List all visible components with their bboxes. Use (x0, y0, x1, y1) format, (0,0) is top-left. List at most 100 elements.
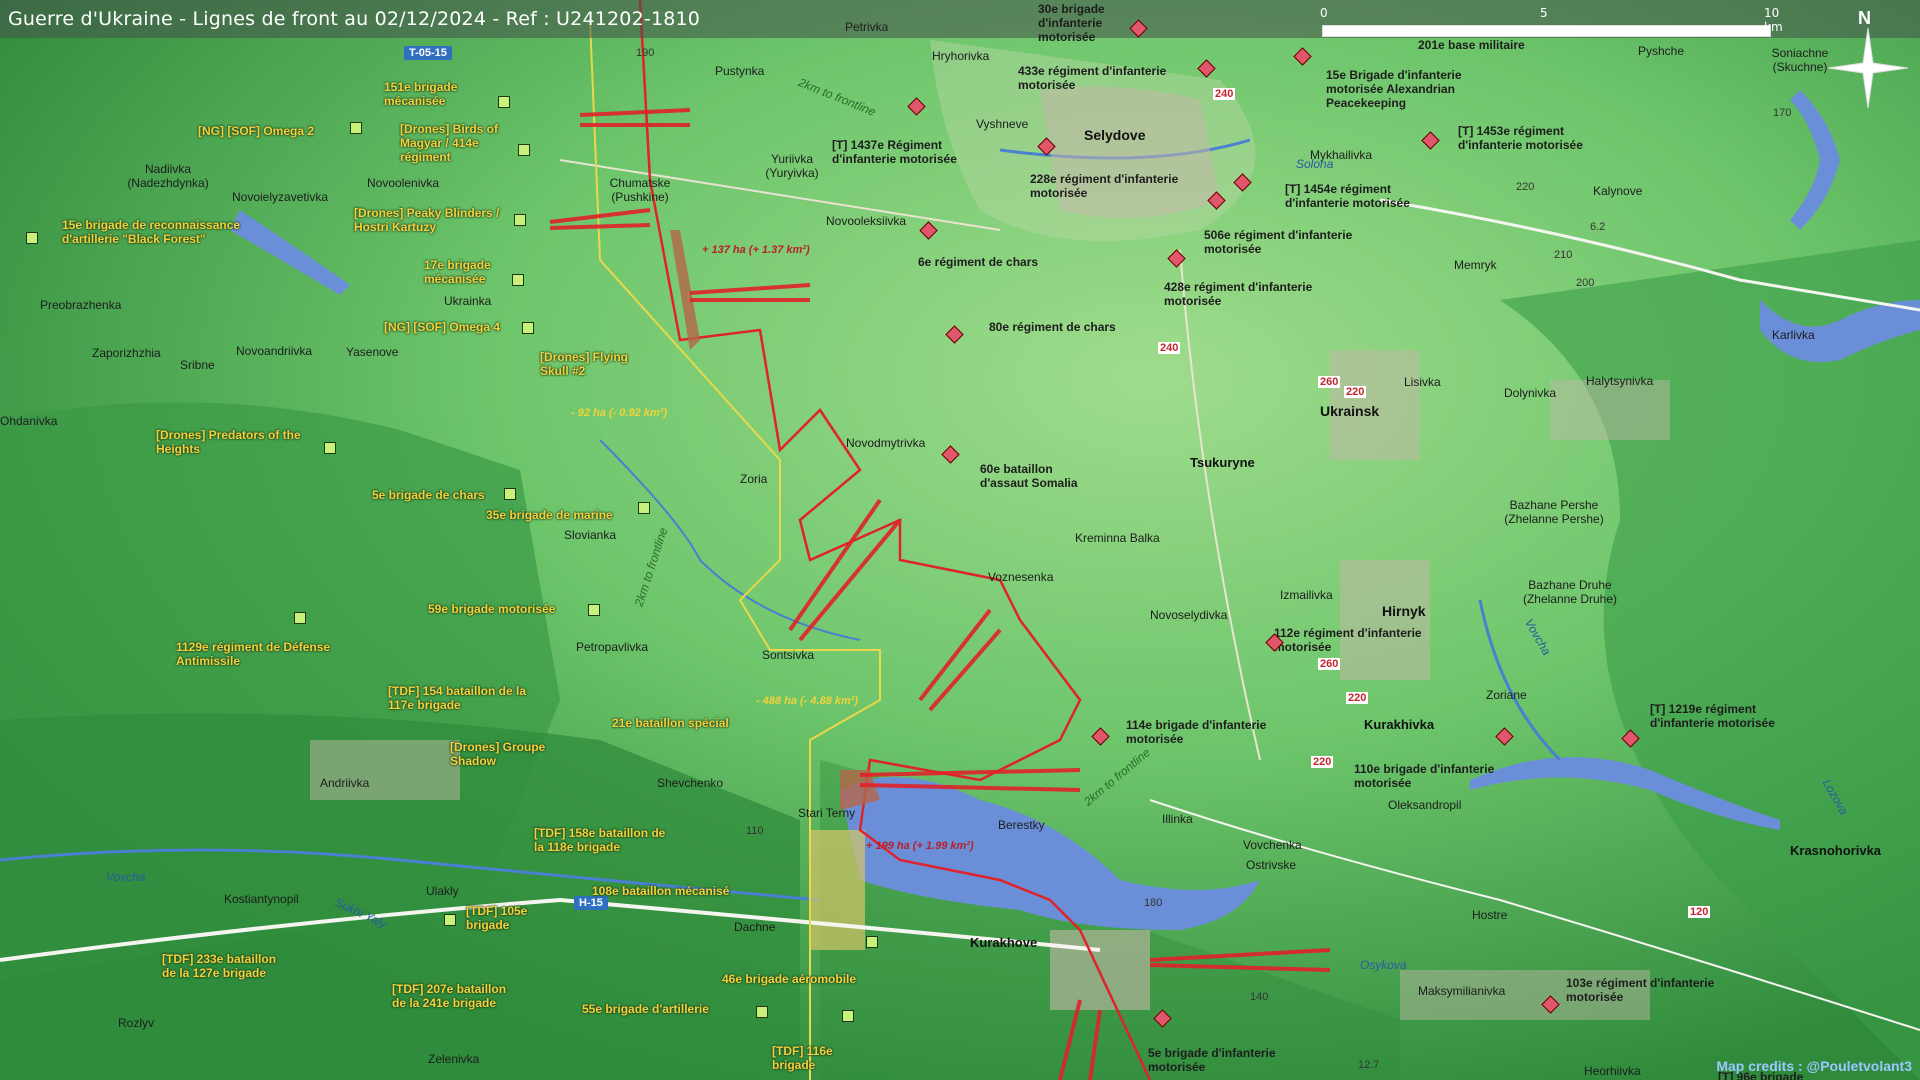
elevation-label: 190 (636, 47, 655, 59)
ukrainian-unit-marker[interactable] (324, 442, 336, 454)
town-label: Novoselydivka (1150, 608, 1228, 622)
ukrainian-unit-label[interactable]: [Drones] Peaky Blinders / Hostri Kartuzy (354, 206, 504, 234)
town-label: Andriivka (320, 776, 370, 790)
russian-unit-label[interactable]: 506e régiment d'infanterie motorisée (1204, 228, 1354, 256)
ukrainian-unit-label[interactable]: 5e brigade de chars (372, 488, 485, 502)
city-label: Hirnyk (1382, 603, 1426, 619)
ukrainian-unit-label[interactable]: [TDF] 233e bataillon de la 127e brigade (162, 952, 292, 980)
ukrainian-unit-marker[interactable] (756, 1006, 768, 1018)
ukrainian-unit-label[interactable]: 59e brigade motorisée (428, 602, 555, 616)
elevation-label: 210 (1554, 249, 1573, 261)
town-label: Preobrazhenka (40, 298, 122, 312)
ukrainian-unit-label[interactable]: 1129e régiment de Défense Antimissile (176, 640, 336, 668)
town-label: Halytsynivka (1586, 374, 1654, 388)
town-label: Memryk (1454, 258, 1497, 272)
ukrainian-unit-marker[interactable] (512, 274, 524, 286)
ukrainian-unit-label[interactable]: [TDF] 207e bataillon de la 241e brigade (392, 982, 522, 1010)
ukrainian-unit-label[interactable]: [TDF] 116e brigade (772, 1044, 862, 1072)
elevation-label: 170 (1773, 107, 1792, 119)
ukrainian-unit-marker[interactable] (444, 914, 456, 926)
town-label: Kreminna Balka (1075, 531, 1160, 545)
russian-unit-label[interactable]: 112e régiment d'infanterie motorisée (1274, 626, 1434, 654)
ukrainian-unit-label[interactable]: [Drones] Birds of Magyar / 414e régiment (400, 122, 500, 164)
town-label: Pyshche (1638, 44, 1685, 58)
road-number: 220 (1311, 756, 1334, 768)
ukrainian-unit-marker[interactable] (504, 488, 516, 500)
town-label: Rozlyv (118, 1016, 155, 1030)
ukrainian-unit-label[interactable]: [TDF] 154 bataillon de la 117e brigade (388, 684, 528, 712)
russian-unit-label[interactable]: 110e brigade d'infanterie motorisée (1354, 762, 1504, 790)
russian-unit-label[interactable]: 433e régiment d'infanterie motorisée (1018, 64, 1178, 92)
russian-unit-label[interactable]: 201e base militaire (1418, 38, 1525, 52)
ukrainian-unit-label[interactable]: 108e bataillon mécanisé (592, 884, 729, 898)
town-label: Yuriivka (Yuryivka) (765, 152, 819, 180)
ukrainian-unit-label[interactable]: [TDF] 105e brigade (466, 904, 546, 932)
town-label: Sontsivka (762, 648, 815, 662)
russian-unit-label[interactable]: 103e régiment d'infanterie motorisée (1566, 976, 1716, 1004)
road-number: 260 (1318, 376, 1341, 388)
russian-unit-label[interactable]: [T] 1219e régiment d'infanterie motorisé… (1650, 702, 1800, 730)
town-label: Illinka (1162, 812, 1193, 826)
ukrainian-unit-label[interactable]: 151e brigade mécanisée (384, 80, 474, 108)
ukrainian-unit-label[interactable]: 46e brigade aéromobile (722, 972, 856, 986)
area-change-label: + 199 ha (+ 1.99 km²) (866, 840, 974, 852)
russian-unit-label[interactable]: 5e brigade d'infanterie motorisée (1148, 1046, 1298, 1074)
ukrainian-unit-label[interactable]: [Drones] Flying Skull #2 (540, 350, 640, 378)
ukrainian-unit-label[interactable]: 17e brigade mécanisée (424, 258, 504, 286)
map-credits: Map credits : @Pouletvolant3 (1716, 1058, 1912, 1074)
russian-unit-label[interactable]: 114e brigade d'infanterie motorisée (1126, 718, 1276, 746)
russian-unit-label[interactable]: 15e Brigade d'infanterie motorisée Alexa… (1326, 68, 1516, 110)
ukrainian-unit-label[interactable]: 35e brigade de marine (486, 508, 613, 522)
city-label: Ukrainsk (1320, 403, 1380, 419)
town-label: Chumatske (Pushkine) (609, 176, 671, 204)
russian-unit-label[interactable]: [T] 1454e régiment d'infanterie motorisé… (1285, 182, 1435, 210)
ukrainian-unit-label[interactable]: [TDF] 158e bataillon de la 118e brigade (534, 826, 674, 854)
elevation-label: 220 (1516, 181, 1535, 193)
road-number: 260 (1318, 658, 1341, 670)
russian-unit-label[interactable]: [T] 1437e Régiment d'infanterie motorisé… (832, 138, 982, 166)
town-label: Kalynove (1593, 184, 1643, 198)
town-label: Ohdanivka (0, 414, 58, 428)
town-label: Karlivka (1772, 328, 1815, 342)
ukrainian-unit-label[interactable]: 15e brigade de reconnaissance d'artiller… (62, 218, 262, 246)
russian-unit-label[interactable]: 60e bataillon d'assaut Somalia (980, 462, 1100, 490)
town-label: Novoielyzavetivka (232, 190, 329, 204)
town-label: Berestky (998, 818, 1045, 832)
town-label: Sribne (180, 358, 215, 372)
ukrainian-unit-marker[interactable] (638, 502, 650, 514)
russian-unit-label[interactable]: 80e régiment de chars (989, 320, 1116, 334)
ukrainian-unit-marker[interactable] (294, 612, 306, 624)
ukrainian-unit-label[interactable]: [NG] [SOF] Omega 2 (198, 124, 314, 138)
ukrainian-unit-marker[interactable] (350, 122, 362, 134)
ukrainian-unit-marker[interactable] (26, 232, 38, 244)
ukrainian-unit-marker[interactable] (866, 936, 878, 948)
ukrainian-unit-marker[interactable] (518, 144, 530, 156)
area-change-label: + 137 ha (+ 1.37 km²) (702, 244, 810, 256)
ukrainian-unit-label[interactable]: 55e brigade d'artillerie (582, 1002, 709, 1016)
town-label: Izmailivka (1280, 588, 1333, 602)
town-label: Bazhane Pershe (Zhelanne Pershe) (1504, 498, 1604, 526)
town-label: Dolynivka (1504, 386, 1557, 400)
russian-unit-label[interactable]: 6e régiment de chars (918, 255, 1038, 269)
ukrainian-unit-label[interactable]: [NG] [SOF] Omega 4 (384, 320, 500, 334)
city-label: Kurakhivka (1364, 717, 1435, 732)
city-label: Tsukuryne (1190, 455, 1255, 470)
russian-unit-label[interactable]: 228e régiment d'infanterie motorisée (1030, 172, 1180, 200)
town-label: Ukrainka (444, 294, 492, 308)
road-number: 220 (1346, 692, 1369, 704)
ukrainian-unit-label[interactable]: [Drones] Groupe Shadow (450, 740, 570, 768)
russian-unit-label[interactable]: 428e régiment d'infanterie motorisée (1164, 280, 1314, 308)
town-label: Zoria (740, 472, 768, 486)
ukrainian-unit-label[interactable]: 21e bataillon spécial (612, 716, 729, 730)
ukrainian-unit-marker[interactable] (588, 604, 600, 616)
scale-bar: 0 5 10 km (1318, 6, 1783, 38)
russian-unit-label[interactable]: [T] 1453e régiment d'infanterie motorisé… (1458, 124, 1618, 152)
ukrainian-unit-marker[interactable] (514, 214, 526, 226)
town-label: Bazhane Druhe (Zhelanne Druhe) (1522, 578, 1618, 606)
ukrainian-unit-marker[interactable] (498, 96, 510, 108)
map-title: Guerre d'Ukraine - Lignes de front au 02… (8, 8, 701, 30)
ukrainian-unit-label[interactable]: [Drones] Predators of the Heights (156, 428, 316, 456)
ukrainian-unit-marker[interactable] (842, 1010, 854, 1022)
ukrainian-unit-marker[interactable] (522, 322, 534, 334)
map-canvas[interactable]: Guerre d'Ukraine - Lignes de front au 02… (0, 0, 1920, 1080)
